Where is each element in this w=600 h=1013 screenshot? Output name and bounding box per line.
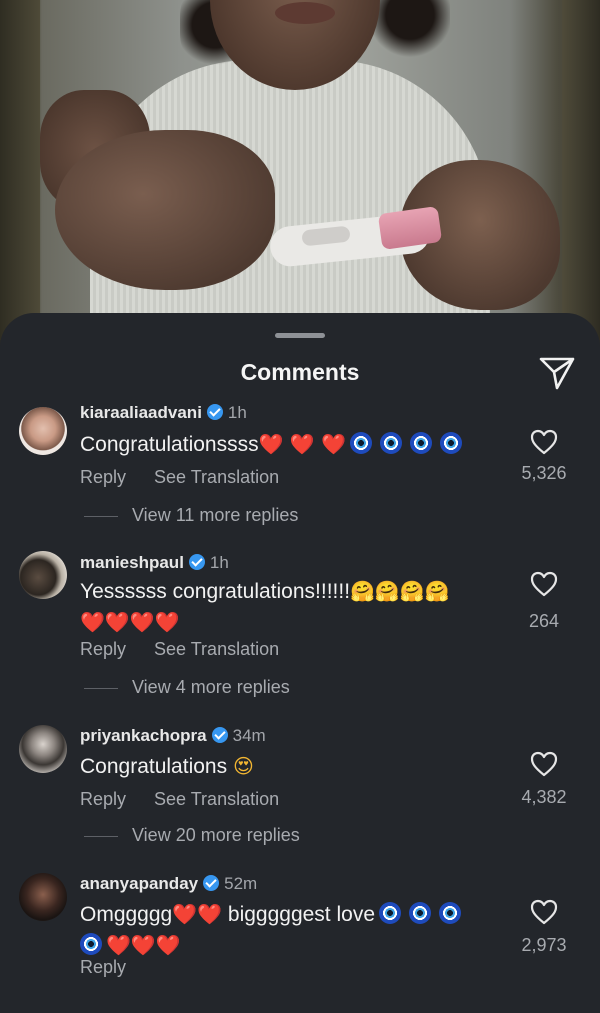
heart-outline-icon	[530, 429, 558, 455]
see-translation-button[interactable]: See Translation	[154, 467, 279, 487]
like-count: 2,973	[521, 935, 567, 955]
sheet-title: Comments	[240, 359, 360, 385]
comment-time: 1h	[209, 553, 229, 572]
nazar-amulet-icon	[439, 902, 462, 924]
comment-body-continued: bigggggest love	[227, 903, 376, 926]
comment-body: Omggggg	[80, 903, 173, 926]
comment-actions: Reply	[80, 957, 154, 978]
photo-frame-left	[0, 0, 40, 340]
nazar-amulet-icon	[410, 432, 433, 454]
username[interactable]: manieshpaul	[80, 553, 184, 572]
paper-plane-icon	[539, 357, 575, 390]
comment-time: 52m	[224, 874, 258, 893]
comment-text: Congratulationssss❤️ ❤️ ❤️	[80, 429, 520, 460]
avatar[interactable]	[19, 407, 67, 455]
comments-sheet: Comments kiaraaliaadvani 1h Congratulatio…	[0, 313, 600, 1013]
view-replies-label: View 4 more replies	[132, 677, 290, 697]
photo-lips	[275, 2, 335, 24]
photo-frame-right	[562, 0, 600, 340]
comment-text: Yessssss congratulations!!!!!!🤗🤗🤗🤗 ❤️❤️❤…	[80, 576, 520, 638]
like-button[interactable]: 4,382	[512, 751, 576, 808]
hearts-emoji: ❤️ ❤️ ❤️	[258, 432, 347, 456]
nazar-amulet-icon	[379, 902, 402, 924]
verified-badge-icon	[206, 404, 223, 420]
photo-hair-right	[370, 0, 450, 60]
comment-header: priyankachopra 34m	[80, 726, 266, 746]
photo-hand-left	[55, 130, 275, 290]
comment-actions: Reply See Translation	[80, 467, 307, 488]
divider-line	[84, 687, 118, 689]
comment-text: Omggggg❤️❤️ bigggggest love ❤️❤️❤️	[80, 899, 520, 961]
view-replies-button[interactable]: View 11 more replies	[84, 505, 298, 526]
heart-outline-icon	[530, 571, 558, 597]
nazar-emoji-group	[375, 902, 465, 926]
comment-body: Congratulationssss	[80, 433, 259, 456]
nazar-amulet-icon	[409, 902, 432, 924]
nazar-amulet-icon	[440, 432, 463, 454]
view-replies-button[interactable]: View 4 more replies	[84, 677, 290, 698]
nazar-amulet-icon	[80, 933, 102, 955]
hearts-emoji: ❤️❤️❤️❤️	[80, 610, 180, 634]
heart-eyes-emoji: 😍	[232, 754, 254, 778]
like-button[interactable]: 2,973	[512, 899, 576, 956]
post-photo	[0, 0, 600, 340]
like-count: 4,382	[521, 787, 567, 807]
avatar[interactable]	[19, 725, 67, 773]
comment-header: kiaraaliaadvani 1h	[80, 403, 247, 423]
verified-badge-icon	[211, 727, 228, 743]
like-button[interactable]: 264	[512, 571, 576, 632]
verified-badge-icon	[188, 554, 205, 570]
hearts-emoji: ❤️❤️	[172, 902, 223, 926]
drag-handle[interactable]	[275, 333, 325, 338]
username[interactable]: kiaraaliaadvani	[80, 403, 202, 422]
hugging-face-emoji: 🤗🤗🤗🤗	[350, 579, 450, 603]
reply-button[interactable]: Reply	[80, 957, 126, 977]
view-replies-label: View 11 more replies	[132, 505, 299, 525]
heart-outline-icon	[530, 899, 558, 925]
avatar[interactable]	[19, 551, 67, 599]
nazar-amulet-icon	[350, 432, 373, 454]
comment-header: ananyapanday 52m	[80, 874, 257, 894]
hearts-emoji: ❤️❤️❤️	[106, 933, 181, 957]
view-replies-button[interactable]: View 20 more replies	[84, 825, 300, 846]
comment-time: 1h	[227, 403, 247, 422]
heart-outline-icon	[530, 751, 558, 777]
comment-body: Congratulations	[80, 755, 228, 778]
comment-time: 34m	[232, 726, 266, 745]
comment-actions: Reply See Translation	[80, 639, 307, 660]
verified-badge-icon	[203, 875, 220, 891]
username[interactable]: ananyapanday	[80, 874, 198, 893]
nazar-amulet-icon	[380, 432, 403, 454]
avatar[interactable]	[19, 873, 67, 921]
like-button[interactable]: 5,326	[512, 429, 576, 484]
comment-text: Congratulations 😍	[80, 751, 520, 782]
username[interactable]: priyankachopra	[80, 726, 207, 745]
reply-button[interactable]: Reply	[80, 789, 126, 809]
comments-list[interactable]: kiaraaliaadvani 1h Congratulationssss❤️ ❤…	[0, 401, 600, 1011]
comment-body: Yessssss congratulations!!!!!!	[80, 580, 351, 603]
nazar-emoji-group	[346, 432, 466, 456]
view-replies-label: View 20 more replies	[132, 825, 300, 845]
divider-line	[84, 515, 118, 517]
comment-actions: Reply See Translation	[80, 789, 307, 810]
share-button[interactable]	[538, 355, 576, 391]
see-translation-button[interactable]: See Translation	[154, 789, 279, 809]
comment-header: manieshpaul 1h	[80, 553, 229, 573]
like-count: 264	[528, 611, 560, 631]
reply-button[interactable]: Reply	[80, 467, 126, 487]
divider-line	[84, 835, 118, 837]
see-translation-button[interactable]: See Translation	[154, 639, 279, 659]
like-count: 5,326	[521, 463, 567, 483]
reply-button[interactable]: Reply	[80, 639, 126, 659]
